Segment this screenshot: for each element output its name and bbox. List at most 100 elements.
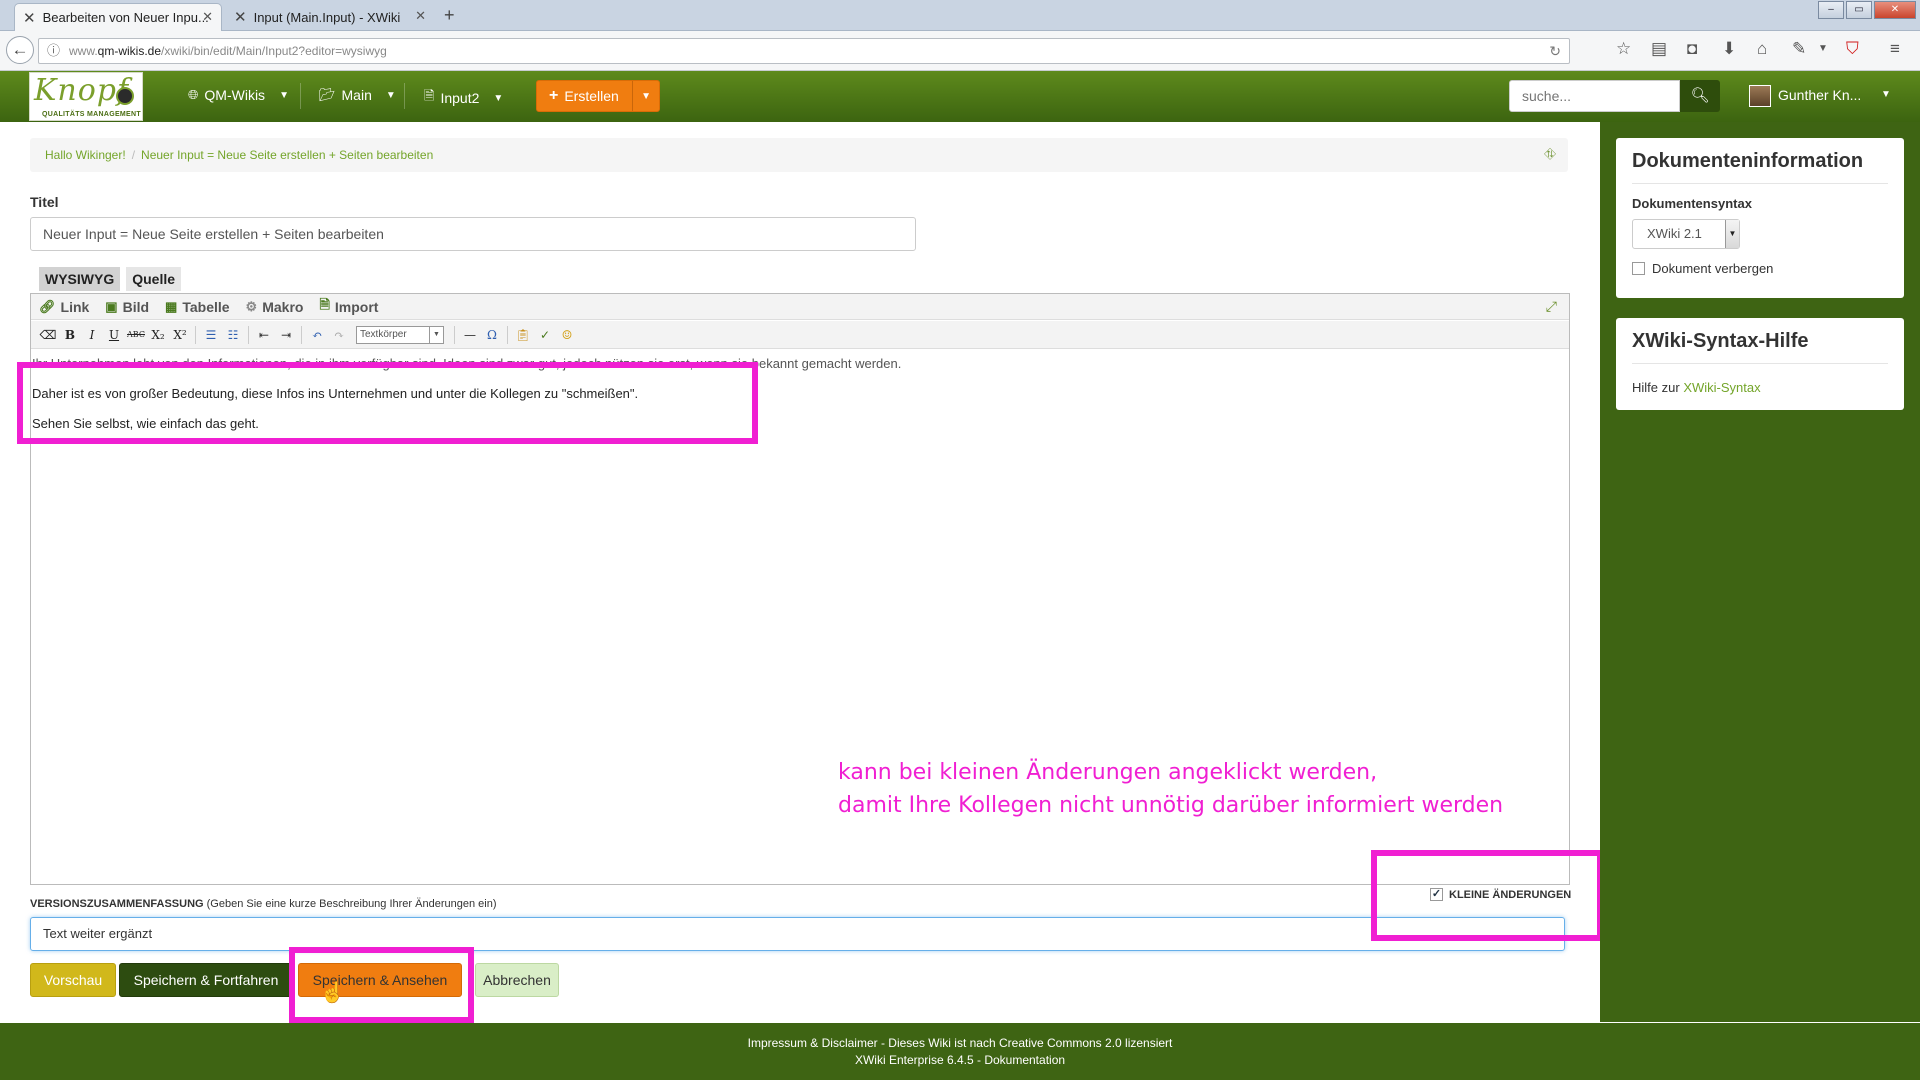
button-split	[632, 81, 633, 111]
create-button[interactable]: + Erstellen ▼	[536, 80, 660, 112]
menu-input2[interactable]: 🗎 Input2 ▼	[424, 87, 503, 109]
reading-list-icon[interactable]: ▤	[1651, 39, 1667, 59]
breadcrumb-current[interactable]: Neuer Input = Neue Seite erstellen + Sei…	[141, 148, 433, 162]
undo-icon[interactable]: ↶	[306, 324, 328, 346]
maximize-window-button[interactable]: ▭	[1846, 1, 1872, 19]
import-icon: 🗎	[319, 296, 330, 312]
menu-label: Main	[341, 87, 372, 103]
eraser-icon[interactable]: ⌫	[37, 324, 59, 346]
toolbar-separator	[195, 325, 196, 344]
breadcrumb: Hallo Wikinger! / Neuer Input = Neue Seite…	[30, 138, 1568, 172]
home-icon[interactable]: ⌂	[1757, 39, 1767, 59]
strikethrough-icon[interactable]: ABC	[125, 324, 147, 346]
caret-down-icon[interactable]: ▼	[1881, 89, 1891, 100]
user-name[interactable]: Gunther Kn...	[1778, 87, 1861, 103]
close-tab-icon[interactable]: ✕	[202, 9, 213, 25]
bookmark-star-icon[interactable]: ☆	[1616, 39, 1631, 59]
tab-title: Bearbeiten von Neuer Inpu...	[42, 10, 209, 25]
caret-down-icon[interactable]: ▼	[493, 93, 503, 104]
chevron-down-icon: ▼	[429, 326, 443, 343]
paste-icon[interactable]: 📋︎	[512, 324, 534, 346]
horizontal-rule-icon[interactable]: —	[459, 324, 481, 346]
title-input[interactable]: Neuer Input = Neue Seite erstellen + Sei…	[30, 217, 916, 251]
xwiki-favicon-icon: ✕	[23, 9, 36, 27]
spellcheck-icon[interactable]: ✓	[534, 324, 556, 346]
caret-down-icon[interactable]: ▼	[641, 91, 651, 102]
footer-license[interactable]: Impressum & Disclaimer - Dieses Wiki ist…	[0, 1035, 1920, 1052]
close-tab-icon[interactable]: ✕	[415, 8, 426, 24]
italic-icon[interactable]: I	[81, 324, 103, 346]
document-icon: 🗎	[424, 88, 435, 103]
browser-nav-bar: ← ⓘ www.qm-wikis.de/xwiki/bin/edit/Main/…	[0, 31, 1920, 71]
search-input[interactable]	[1509, 80, 1680, 112]
create-label: Erstellen	[564, 88, 619, 104]
tab-title: Input (Main.Input) - XWiki	[253, 9, 401, 25]
minimize-window-button[interactable]: –	[1818, 1, 1844, 19]
download-icon[interactable]: ⬇	[1722, 39, 1736, 59]
new-tab-icon[interactable]: +	[444, 5, 455, 26]
macro-menu-button[interactable]: ⚙ Makro	[246, 299, 304, 315]
outdent-icon[interactable]: ⇤	[253, 324, 275, 346]
hand-cursor-icon: ☝	[320, 982, 345, 1004]
info-icon[interactable]: ⓘ	[47, 39, 60, 63]
highlight-box-minor-edit	[1371, 850, 1603, 941]
footer: Impressum & Disclaimer - Dieses Wiki ist…	[0, 1023, 1920, 1080]
syntax-help-link[interactable]: XWiki-Syntax	[1683, 380, 1760, 395]
import-menu-button[interactable]: 🗎 Import	[319, 296, 378, 318]
underline-icon[interactable]: U	[103, 324, 125, 346]
bold-icon[interactable]: B	[59, 324, 81, 346]
highlight-box-text	[17, 362, 758, 444]
image-menu-button[interactable]: ▣ Bild	[105, 299, 149, 315]
chevron-down-icon[interactable]: ▼	[1818, 43, 1828, 54]
pocket-icon[interactable]: ◘	[1687, 39, 1697, 59]
search-button[interactable]: 🔍︎	[1680, 80, 1720, 112]
table-menu-button[interactable]: ▦ Tabelle	[165, 299, 230, 315]
menu-qm-wikis[interactable]: 🌐︎ QM-Wikis ▼	[188, 87, 289, 103]
link-menu-button[interactable]: 🔗︎ Link	[39, 299, 89, 315]
indent-icon[interactable]: ⇥	[275, 324, 297, 346]
caret-down-icon[interactable]: ▼	[386, 90, 396, 101]
url-bar[interactable]: ⓘ www.qm-wikis.de/xwiki/bin/edit/Main/In…	[38, 38, 1570, 64]
sitemap-icon[interactable]: ⛗	[1544, 138, 1556, 172]
menu-label: Input2	[440, 90, 480, 106]
browser-tab-input[interactable]: ✕ Input (Main.Input) - XWiki ✕	[226, 3, 434, 31]
version-summary-input[interactable]: Text weiter ergänzt	[30, 917, 1565, 951]
menu-label: QM-Wikis	[204, 87, 266, 103]
back-arrow-icon[interactable]: ←	[6, 36, 34, 64]
avatar[interactable]	[1749, 85, 1771, 107]
shield-icon[interactable]: ⛉	[1846, 39, 1859, 59]
cancel-button[interactable]: Abbrechen	[475, 963, 559, 997]
hide-document-checkbox[interactable]	[1632, 262, 1645, 275]
close-window-button[interactable]: ✕	[1874, 1, 1916, 19]
superscript-icon[interactable]: X²	[169, 324, 191, 346]
help-text: Hilfe zur XWiki-Syntax	[1632, 380, 1761, 395]
footer-version[interactable]: XWiki Enterprise 6.4.5 - Dokumentation	[0, 1052, 1920, 1069]
image-icon: ▣	[105, 298, 118, 314]
menu-main[interactable]: 📂︎ Main ▼	[319, 87, 396, 103]
tools-icon[interactable]: ✎	[1792, 39, 1806, 59]
reload-icon[interactable]: ↻	[1549, 39, 1561, 63]
browser-tab-edit[interactable]: ✕ Bearbeiten von Neuer Inpu... ✕	[14, 3, 222, 31]
breadcrumb-home[interactable]: Hallo Wikinger!	[45, 148, 126, 162]
toolbar-separator	[301, 325, 302, 344]
editor-format-toolbar: ⌫ B I U ABC X₂ X² ☰ ☷ ⇤ ⇥ ↶ ↷ Textkörper…	[31, 321, 1569, 349]
format-select[interactable]: Textkörper ▼	[356, 325, 444, 344]
redo-icon[interactable]: ↷	[328, 324, 350, 346]
fullscreen-icon[interactable]: ⤢	[1546, 298, 1557, 315]
hide-document-option[interactable]: Dokument verbergen	[1632, 261, 1888, 276]
syntax-select[interactable]: XWiki 2.1 ▼	[1632, 219, 1740, 249]
bullet-list-icon[interactable]: ☰	[200, 324, 222, 346]
logo[interactable]: Knopf QUALITÄTS MANAGEMENT	[29, 72, 143, 121]
caret-down-icon[interactable]: ▼	[279, 90, 289, 101]
macro-gear-icon: ⚙	[245, 298, 258, 314]
emoticon-icon[interactable]: ☺	[556, 324, 578, 346]
numbered-list-icon[interactable]: ☷	[222, 324, 244, 346]
tab-wysiwyg[interactable]: WYSIWYG	[39, 267, 121, 291]
subscript-icon[interactable]: X₂	[147, 324, 169, 346]
tab-source[interactable]: Quelle	[126, 267, 182, 291]
save-continue-button[interactable]: Speichern & Fortfahren	[119, 963, 293, 997]
special-char-icon[interactable]: Ω	[481, 324, 503, 346]
preview-button[interactable]: Vorschau	[30, 963, 116, 997]
hamburger-menu-icon[interactable]: ≡	[1890, 39, 1900, 59]
table-icon: ▦	[165, 298, 178, 314]
